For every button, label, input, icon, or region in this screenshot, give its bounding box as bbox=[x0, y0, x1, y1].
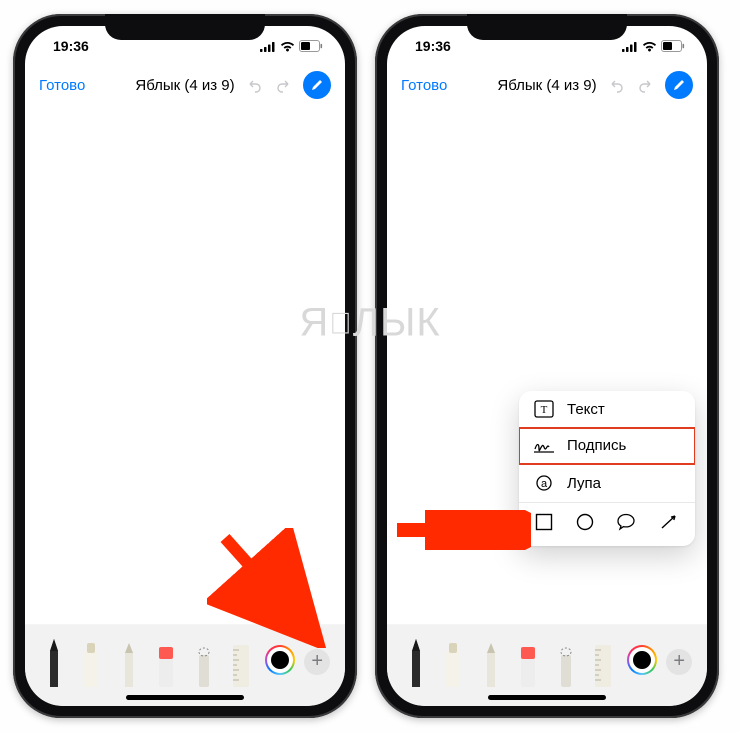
done-button[interactable]: Готово bbox=[39, 77, 85, 94]
home-indicator[interactable] bbox=[126, 695, 244, 700]
redo-button[interactable] bbox=[635, 74, 657, 96]
notch bbox=[467, 14, 627, 40]
battery-icon bbox=[661, 40, 685, 52]
shape-arrow[interactable] bbox=[659, 513, 679, 536]
battery-icon bbox=[299, 40, 323, 52]
status-time: 19:36 bbox=[53, 38, 89, 54]
ruler-tool[interactable] bbox=[589, 639, 617, 687]
markup-button[interactable] bbox=[303, 71, 331, 99]
annotation-arrow-left bbox=[207, 528, 327, 648]
menu-item-text[interactable]: T Текст bbox=[519, 391, 695, 428]
pen-tool[interactable] bbox=[402, 639, 430, 687]
phone-frame-left: 19:36 Готово Яблык (4 из 9) bbox=[13, 14, 357, 718]
marker-tool[interactable] bbox=[439, 639, 467, 687]
redo-button[interactable] bbox=[273, 74, 295, 96]
nav-bar: Готово Яблык (4 из 9) bbox=[387, 66, 707, 104]
menu-item-label: Текст bbox=[567, 401, 605, 418]
pencil-tool[interactable] bbox=[115, 639, 143, 687]
color-picker-button[interactable] bbox=[265, 645, 295, 675]
svg-text:T: T bbox=[541, 404, 548, 416]
annotation-arrow-right bbox=[391, 510, 531, 550]
wifi-icon bbox=[280, 41, 295, 52]
wifi-icon bbox=[642, 41, 657, 52]
add-menu-popup: T Текст Подпись a Лупа bbox=[519, 391, 695, 546]
svg-text:a: a bbox=[541, 478, 548, 490]
undo-button[interactable] bbox=[605, 74, 627, 96]
markup-button[interactable] bbox=[665, 71, 693, 99]
eraser-tool[interactable] bbox=[514, 639, 542, 687]
menu-item-magnifier[interactable]: a Лупа bbox=[519, 464, 695, 503]
shape-speech-bubble[interactable] bbox=[616, 513, 636, 536]
marker-tool[interactable] bbox=[77, 639, 105, 687]
home-indicator[interactable] bbox=[488, 695, 606, 700]
done-button[interactable]: Готово bbox=[401, 77, 447, 94]
menu-item-label: Лупа bbox=[567, 475, 601, 492]
cellular-icon bbox=[260, 41, 276, 52]
menu-item-label: Подпись bbox=[567, 437, 626, 454]
add-button[interactable]: + bbox=[304, 649, 330, 675]
pencil-tool[interactable] bbox=[477, 639, 505, 687]
shape-circle[interactable] bbox=[576, 513, 594, 536]
add-button[interactable]: + bbox=[666, 649, 692, 675]
shape-square[interactable] bbox=[535, 513, 553, 536]
undo-button[interactable] bbox=[243, 74, 265, 96]
pen-tool[interactable] bbox=[40, 639, 68, 687]
cellular-icon bbox=[622, 41, 638, 52]
menu-item-signature[interactable]: Подпись bbox=[519, 428, 695, 464]
magnifier-icon: a bbox=[533, 473, 555, 493]
page-title: Яблык (4 из 9) bbox=[135, 77, 234, 94]
menu-shapes-row bbox=[519, 503, 695, 546]
nav-bar: Готово Яблык (4 из 9) bbox=[25, 66, 345, 104]
phone-frame-right: 19:36 Готово Яблык (4 из 9) bbox=[375, 14, 719, 718]
eraser-tool[interactable] bbox=[152, 639, 180, 687]
page-title: Яблык (4 из 9) bbox=[497, 77, 596, 94]
lasso-tool[interactable] bbox=[552, 639, 580, 687]
color-picker-button[interactable] bbox=[627, 645, 657, 675]
signature-icon bbox=[533, 438, 555, 454]
notch bbox=[105, 14, 265, 40]
text-icon: T bbox=[533, 400, 555, 418]
status-time: 19:36 bbox=[415, 38, 451, 54]
markup-toolbar: + bbox=[387, 624, 707, 706]
